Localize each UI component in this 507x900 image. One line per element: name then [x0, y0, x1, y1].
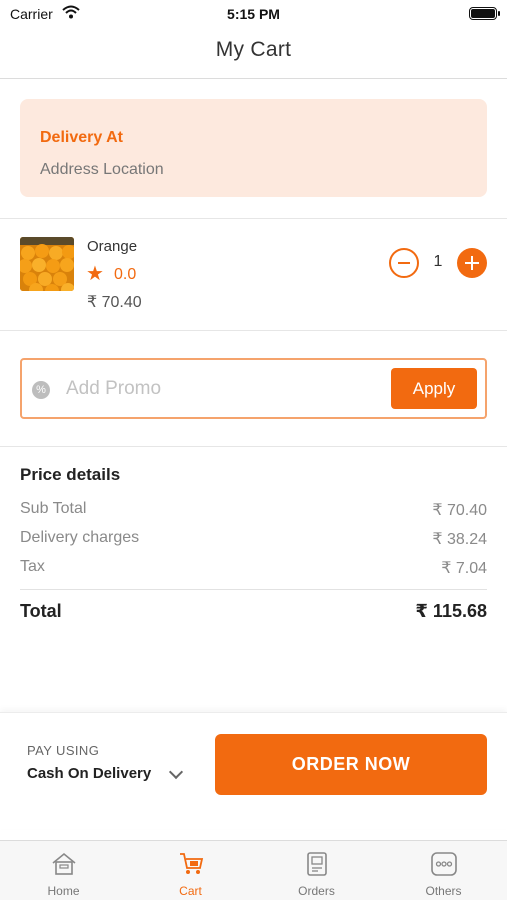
increase-quantity-button[interactable]: [457, 248, 487, 278]
tab-others[interactable]: Others: [380, 841, 507, 900]
home-icon: [51, 851, 77, 882]
order-now-button[interactable]: ORDER NOW: [215, 734, 487, 795]
tab-bar: Home Cart Orders Others: [0, 840, 507, 900]
total-label: Total: [20, 601, 62, 621]
product-name: Orange: [87, 238, 138, 255]
cart-icon: [178, 851, 204, 882]
divider: [0, 446, 507, 447]
tab-label: Cart: [179, 884, 202, 898]
delivery-address-card[interactable]: Delivery At Address Location: [20, 99, 487, 197]
price-row-value: ₹ 70.40: [432, 502, 487, 519]
more-icon: [430, 851, 458, 882]
subtotal-row: Sub Total ₹ 70.40: [20, 500, 487, 522]
tab-label: Others: [425, 884, 462, 898]
product-price: ₹ 70.40: [87, 294, 142, 311]
tax-row: Tax ₹ 7.04: [20, 558, 487, 580]
total-value: ₹ 115.68: [415, 601, 487, 621]
delivery-address: Address Location: [40, 161, 164, 178]
price-row-label: Sub Total: [20, 500, 87, 517]
chevron-down-icon[interactable]: [168, 764, 184, 780]
price-details-heading: Price details: [20, 465, 121, 484]
orders-icon: [304, 851, 330, 882]
delivery-charges-row: Delivery charges ₹ 38.24: [20, 529, 487, 551]
price-row-value: ₹ 38.24: [432, 531, 487, 548]
checkout-bar: PAY USING Cash On Delivery ORDER NOW: [0, 712, 507, 829]
tab-cart[interactable]: Cart: [127, 841, 254, 900]
decrease-quantity-button[interactable]: [389, 248, 419, 278]
star-icon: ★: [86, 263, 104, 285]
apply-promo-button[interactable]: Apply: [391, 368, 477, 409]
product-rating: 0.0: [114, 266, 137, 283]
pay-using-label: PAY USING: [27, 743, 100, 758]
discount-icon: %: [32, 381, 50, 399]
payment-method-selector[interactable]: Cash On Delivery: [27, 765, 151, 782]
quantity-value: 1: [433, 253, 443, 270]
tab-orders[interactable]: Orders: [253, 841, 380, 900]
promo-box: % Apply: [20, 358, 487, 419]
price-row-value: ₹ 7.04: [441, 560, 487, 577]
status-bar: Carrier 5:15 PM: [0, 0, 507, 28]
tab-home[interactable]: Home: [0, 841, 127, 900]
price-row-label: Delivery charges: [20, 529, 140, 546]
divider: [0, 330, 507, 331]
page-title: My Cart: [215, 38, 292, 61]
product-image: [20, 237, 74, 291]
clock: 5:15 PM: [227, 6, 280, 22]
promo-input[interactable]: [66, 374, 386, 404]
cart-item: Orange ★ 0.0 ₹ 70.40 1: [0, 219, 507, 330]
battery-icon: [469, 7, 500, 20]
tab-label: Home: [47, 884, 80, 898]
price-row-label: Tax: [20, 558, 45, 575]
delivery-title: Delivery At: [40, 129, 123, 146]
total-divider: [20, 589, 487, 590]
header-divider: [0, 78, 507, 79]
tab-label: Orders: [298, 884, 335, 898]
